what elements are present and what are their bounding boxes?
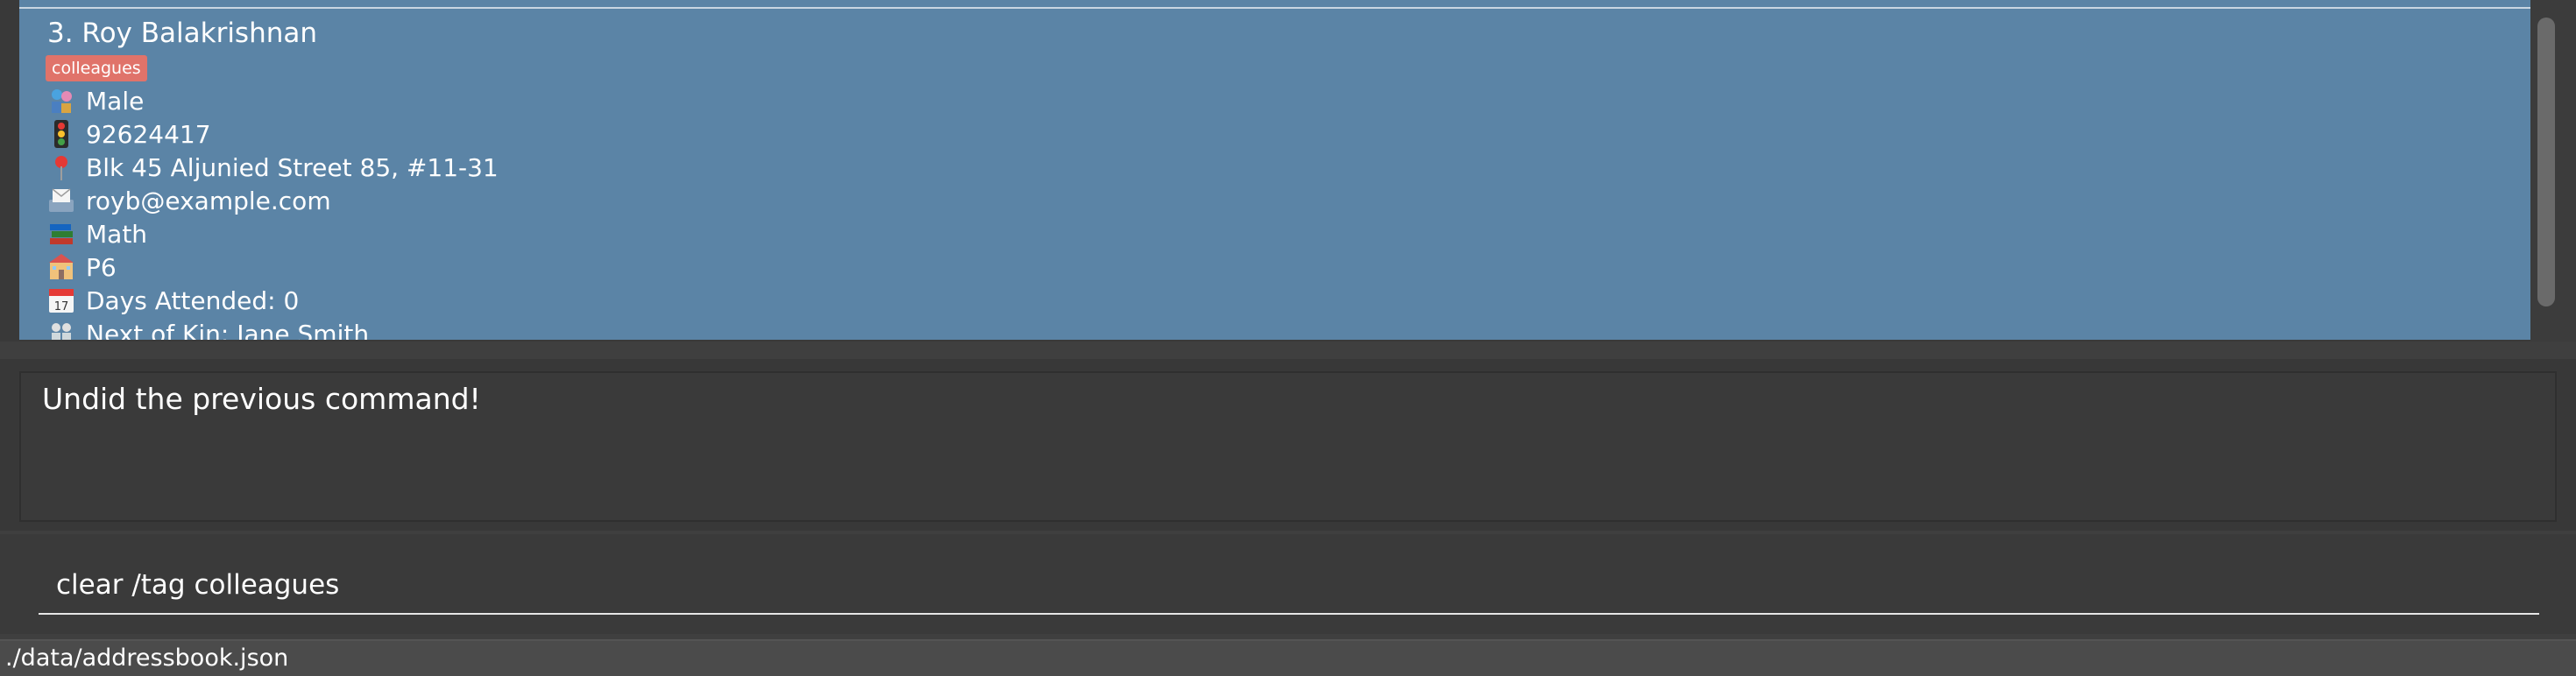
- result-display: Undid the previous command!: [19, 371, 2557, 522]
- card-divider: [19, 7, 2530, 9]
- email-value: royb@example.com: [86, 186, 331, 215]
- svg-text:17: 17: [54, 300, 69, 313]
- phone-row: 92624417: [46, 117, 211, 151]
- phone-value: 92624417: [86, 119, 211, 149]
- subject-value: Math: [86, 219, 148, 249]
- traffic-light-phone-icon: [46, 118, 77, 150]
- person-name: 3. Roy Balakrishnan: [47, 18, 318, 49]
- level-row: P6: [46, 250, 117, 284]
- days-attended-value: Days Attended: 0: [86, 285, 300, 315]
- gender-icon: [46, 85, 77, 116]
- gender-row: Male: [46, 84, 144, 117]
- tag-badge: colleagues: [46, 55, 147, 81]
- address-value: Blk 45 Aljunied Street 85, #11-31: [86, 152, 499, 182]
- result-message: Undid the previous command!: [42, 382, 481, 416]
- address-row: Blk 45 Aljunied Street 85, #11-31: [46, 151, 499, 184]
- person-card-selected[interactable]: 3. Roy Balakrishnan colleagues Male 9262…: [19, 0, 2530, 340]
- level-value: P6: [86, 252, 117, 282]
- days-attended-row: 17 Days Attended: 0: [46, 284, 299, 317]
- location-pin-icon: [46, 151, 77, 183]
- email-tray-icon: [46, 185, 77, 216]
- person-list-panel: 3. Roy Balakrishnan colleagues Male 9262…: [0, 0, 2576, 342]
- command-input[interactable]: [39, 557, 2539, 615]
- books-icon: [46, 218, 77, 250]
- next-of-kin-row: Next of Kin: Jane Smith: [46, 317, 369, 340]
- save-location: ./data/addressbook.json: [5, 644, 289, 672]
- family-icon: [46, 318, 77, 340]
- email-row: royb@example.com: [46, 184, 331, 217]
- list-scrollbar-thumb[interactable]: [2537, 18, 2555, 306]
- calendar-icon: 17: [46, 285, 77, 316]
- subject-row: Math: [46, 217, 147, 250]
- school-building-icon: [46, 251, 77, 283]
- status-bar-footer: ./data/addressbook.json: [0, 639, 2576, 676]
- gender-value: Male: [86, 86, 145, 116]
- next-of-kin-value: Next of Kin: Jane Smith: [86, 319, 370, 341]
- address-book-window: 3. Roy Balakrishnan colleagues Male 9262…: [0, 0, 2576, 676]
